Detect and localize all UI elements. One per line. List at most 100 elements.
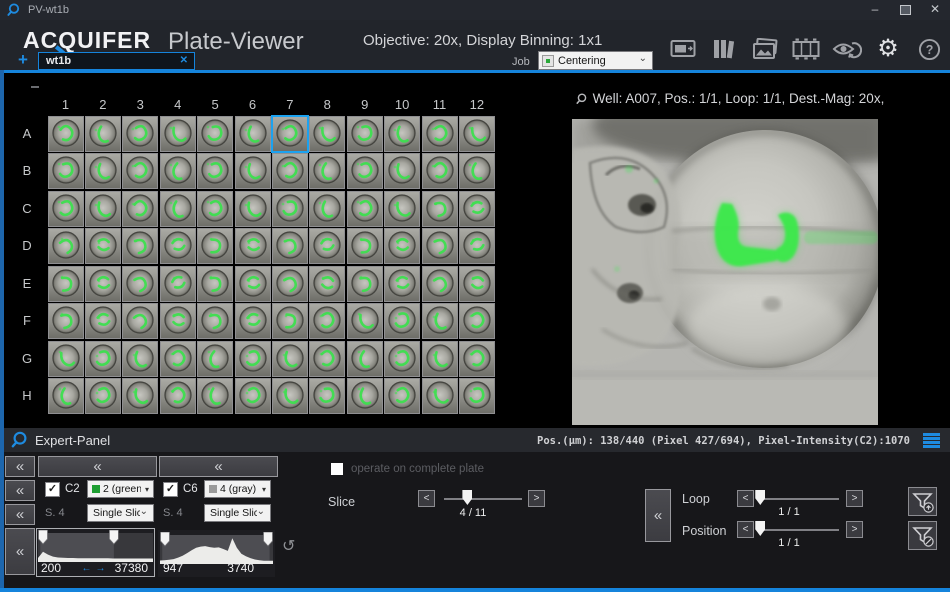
- well-G11[interactable]: [422, 341, 458, 377]
- well-E10[interactable]: [384, 266, 420, 302]
- help-icon[interactable]: ?: [914, 36, 944, 62]
- slice-mode-c6-select[interactable]: Single Slice ⌄: [204, 504, 271, 522]
- well-D11[interactable]: [422, 228, 458, 264]
- well-C6[interactable]: [235, 191, 271, 227]
- well-H7[interactable]: [272, 378, 308, 414]
- channel-c6-checkbox[interactable]: ✓: [163, 482, 178, 497]
- well-C1[interactable]: [48, 191, 84, 227]
- well-G1[interactable]: [48, 341, 84, 377]
- well-D9[interactable]: [347, 228, 383, 264]
- well-F3[interactable]: [122, 303, 158, 339]
- well-H5[interactable]: [197, 378, 233, 414]
- well-C4[interactable]: [160, 191, 196, 227]
- operate-complete-plate-checkbox[interactable]: [331, 463, 343, 475]
- well-E12[interactable]: [459, 266, 495, 302]
- well-A7[interactable]: [271, 115, 309, 153]
- add-tab-button[interactable]: +: [18, 51, 28, 68]
- collapse-row3-button[interactable]: «: [5, 504, 35, 525]
- tab-wt1b[interactable]: wt1b ✕: [38, 52, 195, 70]
- well-C10[interactable]: [384, 191, 420, 227]
- collapse-row4-button[interactable]: «: [5, 528, 35, 575]
- well-G6[interactable]: [235, 341, 271, 377]
- well-F1[interactable]: [48, 303, 84, 339]
- well-F2[interactable]: [85, 303, 121, 339]
- channel-c2-color-select[interactable]: 2 (green) ▾: [87, 480, 154, 498]
- tab-close-icon[interactable]: ✕: [180, 55, 188, 66]
- well-H2[interactable]: [85, 378, 121, 414]
- channel-c2-checkbox[interactable]: ✓: [45, 482, 60, 497]
- well-D5[interactable]: [197, 228, 233, 264]
- well-D3[interactable]: [122, 228, 158, 264]
- well-F8[interactable]: [309, 303, 345, 339]
- close-button[interactable]: ✕: [920, 0, 950, 20]
- well-B9[interactable]: [347, 153, 383, 189]
- well-A3[interactable]: [122, 116, 158, 152]
- well-B1[interactable]: [48, 153, 84, 189]
- well-C2[interactable]: [85, 191, 121, 227]
- well-D12[interactable]: [459, 228, 495, 264]
- well-H9[interactable]: [347, 378, 383, 414]
- well-G2[interactable]: [85, 341, 121, 377]
- minimize-button[interactable]: –: [860, 0, 890, 20]
- eye-refresh-icon[interactable]: [832, 36, 862, 62]
- well-B5[interactable]: [197, 153, 233, 189]
- well-H11[interactable]: [422, 378, 458, 414]
- collapse-channel1-button[interactable]: «: [38, 456, 157, 477]
- well-B4[interactable]: [160, 153, 196, 189]
- slice-handle[interactable]: [462, 490, 472, 505]
- well-C9[interactable]: [347, 191, 383, 227]
- well-B3[interactable]: [122, 153, 158, 189]
- well-H1[interactable]: [48, 378, 84, 414]
- well-F5[interactable]: [197, 303, 233, 339]
- filter-loop-button[interactable]: [908, 487, 937, 516]
- collapse-channel2-button[interactable]: «: [159, 456, 278, 477]
- well-A4[interactable]: [160, 116, 196, 152]
- well-H4[interactable]: [160, 378, 196, 414]
- well-A6[interactable]: [235, 116, 271, 152]
- loop-next-button[interactable]: >: [846, 490, 863, 507]
- position-next-button[interactable]: >: [846, 521, 863, 538]
- loop-track[interactable]: [757, 498, 839, 500]
- well-H12[interactable]: [459, 378, 495, 414]
- well-C3[interactable]: [122, 191, 158, 227]
- well-E2[interactable]: [85, 266, 121, 302]
- well-A1[interactable]: [48, 116, 84, 152]
- well-C8[interactable]: [309, 191, 345, 227]
- slice-track[interactable]: [444, 498, 522, 500]
- well-E8[interactable]: [309, 266, 345, 302]
- well-C12[interactable]: [459, 191, 495, 227]
- reset-display-icon[interactable]: ↺: [282, 536, 295, 556]
- filter-position-button[interactable]: [908, 521, 937, 550]
- well-F11[interactable]: [422, 303, 458, 339]
- histogram-c6[interactable]: 947 3740: [158, 530, 275, 577]
- well-C11[interactable]: [422, 191, 458, 227]
- well-C5[interactable]: [197, 191, 233, 227]
- well-E1[interactable]: [48, 266, 84, 302]
- well-A5[interactable]: [197, 116, 233, 152]
- well-F12[interactable]: [459, 303, 495, 339]
- position-handle[interactable]: [755, 521, 765, 536]
- maximize-button[interactable]: [890, 0, 920, 20]
- gallery-icon[interactable]: [750, 36, 780, 62]
- settings-gear-icon[interactable]: ⚙: [873, 36, 903, 62]
- well-G9[interactable]: [347, 341, 383, 377]
- slice-next-button[interactable]: >: [528, 490, 545, 507]
- well-F7[interactable]: [272, 303, 308, 339]
- well-A9[interactable]: [347, 116, 383, 152]
- well-G12[interactable]: [459, 341, 495, 377]
- well-B11[interactable]: [422, 153, 458, 189]
- well-A10[interactable]: [384, 116, 420, 152]
- well-A8[interactable]: [309, 116, 345, 152]
- job-select[interactable]: Centering ⌄: [538, 51, 653, 70]
- well-E9[interactable]: [347, 266, 383, 302]
- well-H10[interactable]: [384, 378, 420, 414]
- well-B10[interactable]: [384, 153, 420, 189]
- well-D4[interactable]: [160, 228, 196, 264]
- well-G4[interactable]: [160, 341, 196, 377]
- slice-prev-button[interactable]: <: [418, 490, 435, 507]
- well-D6[interactable]: [235, 228, 271, 264]
- loop-prev-button[interactable]: <: [737, 490, 754, 507]
- grid-collapse-handle[interactable]: [31, 86, 39, 88]
- well-C7[interactable]: [272, 191, 308, 227]
- well-B2[interactable]: [85, 153, 121, 189]
